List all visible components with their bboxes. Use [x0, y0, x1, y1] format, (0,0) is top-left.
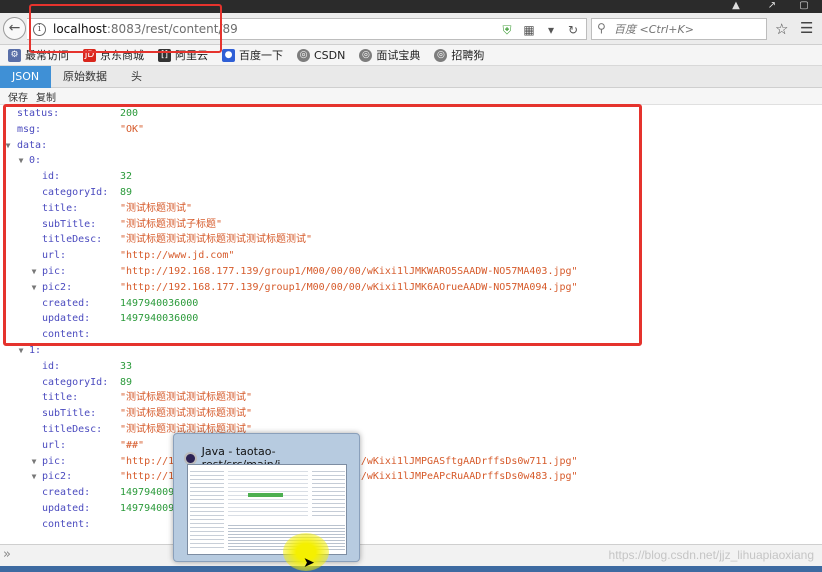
bookmark-csdn[interactable]: ◎ CSDN [297, 48, 345, 62]
save-button[interactable]: 保存 [8, 89, 28, 104]
copy-button[interactable]: 复制 [36, 89, 56, 104]
tab-raw-data[interactable]: 原始数据 [51, 66, 119, 88]
annotation-box-url [29, 4, 222, 53]
status-bar: » https://blog.csdn.net/jjz_lihuapiaoxia… [0, 544, 822, 566]
json-value: 33 [120, 360, 133, 372]
gear-icon: ⚙ [8, 48, 21, 62]
json-key: categoryId: [42, 376, 109, 388]
json-key: content: [42, 518, 91, 530]
dropdown-icon[interactable]: ▾ [542, 22, 560, 38]
menu-icon[interactable]: ☰ [800, 19, 813, 37]
json-value: "测试标题测试测试标题测试" [120, 392, 253, 404]
globe-icon: ◎ [297, 48, 310, 62]
shield-icon[interactable]: ⛨ [498, 22, 516, 38]
pin-icon[interactable]: ▲ [722, 0, 750, 13]
json-key: id: [42, 360, 61, 372]
json-key: pic2: [42, 471, 73, 483]
json-key: titleDesc: [42, 424, 103, 435]
json-key: subTitle: [42, 408, 97, 420]
json-value: 89 [120, 376, 133, 388]
watermark-text: https://blog.csdn.net/jjz_lihuapiaoxiang [608, 548, 814, 562]
resize-icon[interactable]: ↗ [758, 0, 786, 13]
back-button[interactable]: ← [3, 17, 26, 40]
json-value: "测试标题测试测试标题测试" [120, 408, 253, 420]
json-toolbar: 保存 复制 [0, 88, 822, 105]
json-key: pic: [42, 455, 67, 467]
json-key: created: [42, 487, 91, 499]
search-icon: ⚲ [597, 21, 606, 35]
json-viewer-tabs: JSON 原始数据 头 [0, 66, 822, 88]
collapse-triangle-icon[interactable]: ▼ [29, 454, 39, 470]
bookmark-baidu[interactable]: ● 百度一下 [222, 47, 283, 63]
tab-json[interactable]: JSON [0, 66, 51, 88]
json-value: "##" [120, 439, 145, 451]
tab-headers[interactable]: 头 [119, 66, 154, 88]
baidu-icon: ● [222, 48, 235, 62]
mouse-cursor-icon: ➤ [303, 555, 315, 571]
json-key: url: [42, 439, 67, 451]
chevron-right-icon[interactable]: » [3, 547, 11, 562]
eclipse-icon [184, 451, 197, 465]
taskbar-preview[interactable]: Java - taotao-rest/src/main/j... [173, 433, 360, 562]
restore-icon[interactable]: ▢ [790, 0, 818, 13]
search-input[interactable] [614, 21, 764, 37]
json-key: updated: [42, 503, 91, 514]
arrow-left-icon: ← [8, 20, 21, 36]
qr-code-icon[interactable]: ▦ [520, 22, 538, 38]
globe-icon: ◎ [359, 48, 373, 62]
collapse-triangle-icon[interactable]: ▼ [29, 469, 39, 485]
os-taskbar [0, 566, 822, 572]
url-bar-icons: ⛨ ▦ ▾ ↻ [498, 21, 582, 39]
globe-icon: ◎ [434, 48, 448, 62]
bookmark-interview[interactable]: ◎ 面试宝典 [359, 47, 420, 63]
annotation-box-item-0 [3, 104, 642, 346]
bookmark-zhaopingou[interactable]: ◎ 招聘狗 [434, 47, 484, 63]
json-key: title: [42, 392, 79, 404]
reload-icon[interactable]: ↻ [564, 22, 582, 38]
search-bar[interactable]: ⚲ [591, 18, 767, 40]
bookmark-star-icon[interactable]: ☆ [775, 20, 788, 38]
